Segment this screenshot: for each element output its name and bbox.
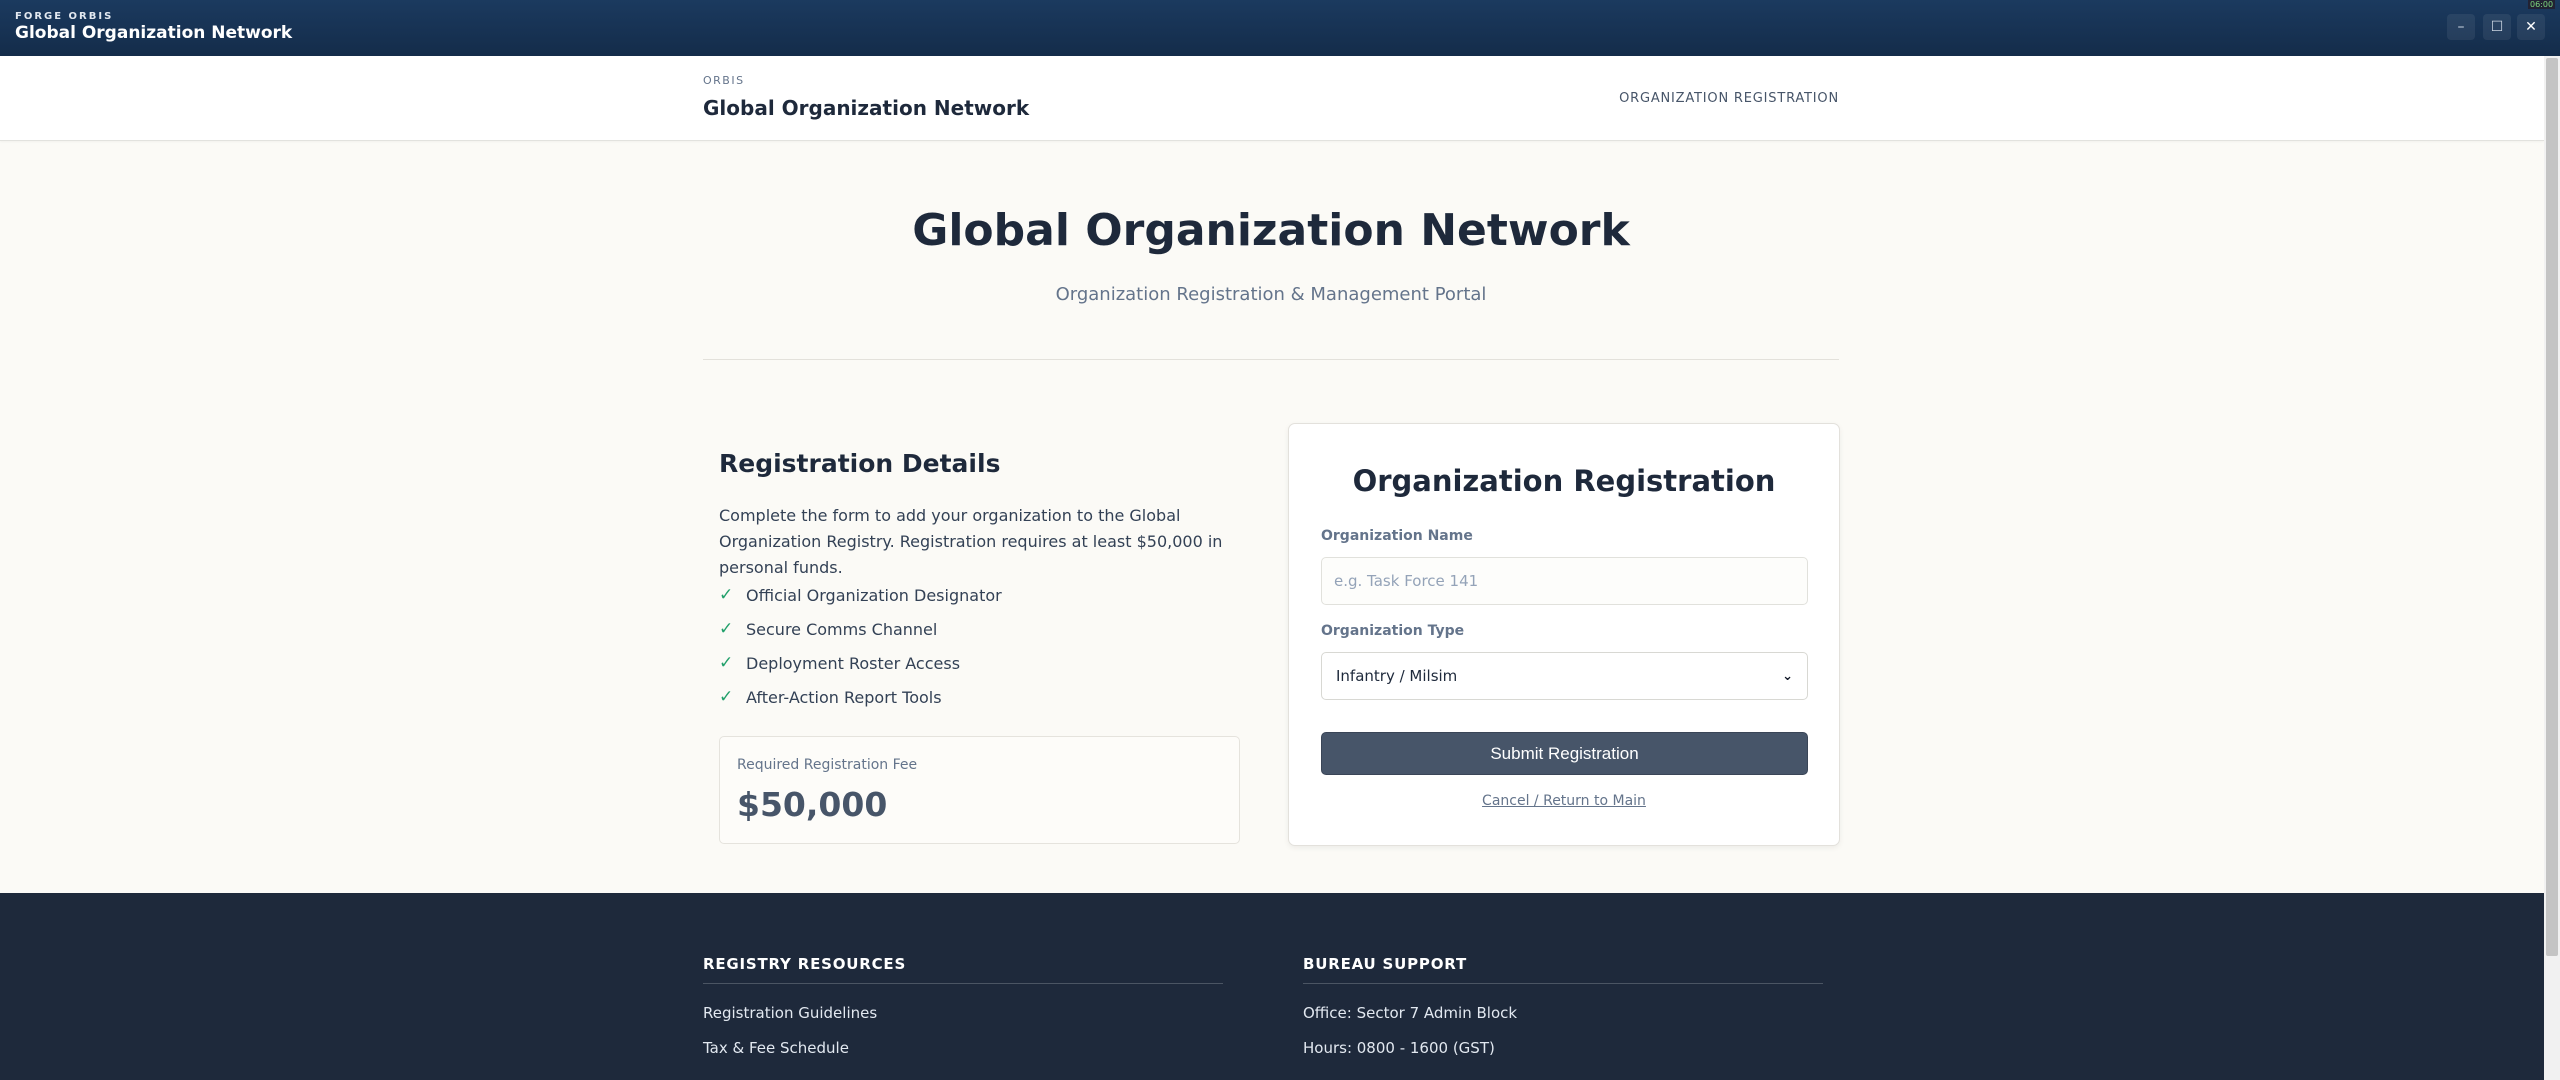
site-footer: REGISTRY RESOURCES Registration Guidelin… xyxy=(0,893,2544,1080)
check-icon: ✓ xyxy=(719,653,734,673)
app-title: Global Organization Network xyxy=(15,23,293,43)
feature-label: After-Action Report Tools xyxy=(746,687,942,707)
footer-registry-resources: REGISTRY RESOURCES Registration Guidelin… xyxy=(703,955,1223,1057)
close-icon: ✕ xyxy=(2525,19,2537,35)
list-item: ✓ After-Action Report Tools xyxy=(719,680,1002,714)
form-title: Organization Registration xyxy=(1352,464,1776,498)
corner-status-tag: 06:00 xyxy=(2528,0,2556,9)
fee-amount: $50,000 xyxy=(737,785,888,824)
minimize-icon: – xyxy=(2457,19,2465,35)
organization-type-value: Infantry / Milsim xyxy=(1336,667,1458,685)
maximize-button[interactable]: ☐ xyxy=(2483,14,2511,40)
page-subtitle: Organization Registration & Management P… xyxy=(1055,284,1487,305)
footer-heading: REGISTRY RESOURCES xyxy=(703,955,1223,984)
close-window-button[interactable]: ✕ xyxy=(2517,14,2545,40)
chevron-down-icon: ⌄ xyxy=(1782,668,1793,684)
cancel-return-link[interactable]: Cancel / Return to Main xyxy=(1289,793,1839,809)
organization-name-label: Organization Name xyxy=(1321,528,1473,544)
details-description: Complete the form to add your organizati… xyxy=(719,506,1223,577)
app-kicker: FORGE ORBIS xyxy=(15,11,114,22)
footer-link-tax-fee-schedule[interactable]: Tax & Fee Schedule xyxy=(703,1039,1223,1057)
footer-hours-info: Hours: 0800 - 1600 (GST) xyxy=(1303,1039,1495,1057)
list-item: ✓ Deployment Roster Access xyxy=(719,646,1002,680)
page-title: Global Organization Network xyxy=(912,205,1630,256)
feature-label: Deployment Roster Access xyxy=(746,653,961,673)
footer-bureau-support: BUREAU SUPPORT Office: Sector 7 Admin Bl… xyxy=(1303,955,1823,1057)
site-name[interactable]: Global Organization Network xyxy=(703,96,1029,120)
feature-list: ✓ Official Organization Designator ✓ Secur… xyxy=(719,578,1002,714)
site-kicker: ORBIS xyxy=(703,74,745,87)
page-scrollbar-thumb[interactable] xyxy=(2546,58,2558,956)
fee-label: Required Registration Fee xyxy=(737,757,918,773)
nav-organization-registration[interactable]: ORGANIZATION REGISTRATION xyxy=(1619,91,1839,106)
submit-registration-button[interactable]: Submit Registration xyxy=(1321,732,1808,775)
site-header: ORBIS Global Organization Network ORGANI… xyxy=(0,56,2544,141)
list-item: ✓ Secure Comms Channel xyxy=(719,612,1002,646)
registration-form-card: Organization Registration Organization N… xyxy=(1288,423,1840,846)
minimize-button[interactable]: – xyxy=(2447,14,2475,40)
hero-divider xyxy=(703,359,1839,360)
organization-type-label: Organization Type xyxy=(1321,623,1465,639)
check-icon: ✓ xyxy=(719,585,734,605)
footer-office-info: Office: Sector 7 Admin Block xyxy=(1303,1004,1518,1022)
check-icon: ✓ xyxy=(719,687,734,707)
feature-label: Official Organization Designator xyxy=(746,585,1002,605)
organization-type-select[interactable]: Infantry / Milsim ⌄ xyxy=(1321,652,1808,700)
footer-heading: BUREAU SUPPORT xyxy=(1303,955,1823,984)
window-titlebar: FORGE ORBIS Global Organization Network … xyxy=(0,0,2560,56)
details-heading: Registration Details xyxy=(719,449,1001,478)
organization-name-input[interactable] xyxy=(1321,557,1808,605)
maximize-icon: ☐ xyxy=(2490,19,2504,35)
fee-card: Required Registration Fee $50,000 xyxy=(719,736,1240,844)
feature-label: Secure Comms Channel xyxy=(746,619,938,639)
list-item: ✓ Official Organization Designator xyxy=(719,578,1002,612)
footer-link-registration-guidelines[interactable]: Registration Guidelines xyxy=(703,1004,1223,1022)
check-icon: ✓ xyxy=(719,619,734,639)
